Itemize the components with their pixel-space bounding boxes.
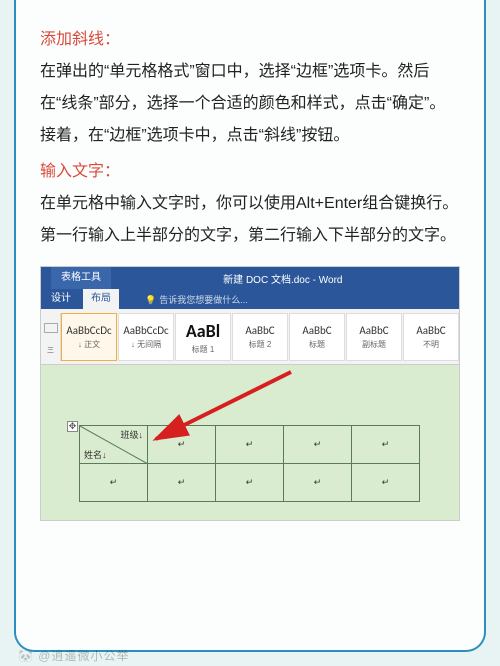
style-item[interactable]: AaBbCcDc↓ 正文 <box>61 313 117 361</box>
window-title: 新建 DOC 文档.doc - Word <box>223 271 342 286</box>
toggle-icon <box>44 323 58 333</box>
cell-top-label: 班级↓ <box>120 428 143 441</box>
table-cell[interactable]: ↵ <box>80 464 148 502</box>
ribbon-left-group: 三 <box>41 313 61 361</box>
style-item[interactable]: AaBbC不明 <box>403 313 459 361</box>
style-item[interactable]: AaBbC标题 2 <box>232 313 288 361</box>
tab-design[interactable]: 设计 <box>51 289 71 309</box>
table-cell[interactable]: ↵ <box>148 426 216 464</box>
section-body-1: 在弹出的“单元格格式”窗口中，选择“边框”选项卡。然后在“线条”部分，选择一个合… <box>40 56 460 152</box>
tell-me-hint[interactable]: 💡告诉我您想要做什么... <box>145 293 248 306</box>
style-item[interactable]: AaBbC标题 <box>289 313 345 361</box>
sample-table[interactable]: 班级↓ 姓名↓ ↵ ↵ ↵ ↵ ↵ ↵ ↵ ↵ ↵ <box>79 425 420 502</box>
tutorial-card: 添加斜线： 在弹出的“单元格格式”窗口中，选择“边框”选项卡。然后在“线条”部分… <box>14 0 486 652</box>
word-screenshot: 表格工具 新建 DOC 文档.doc - Word 设计 布局 💡告诉我您想要做… <box>40 266 460 521</box>
watermark: 🐼 @逍遥微小公举 <box>18 647 129 664</box>
ribbon-tabs: 设计 布局 💡告诉我您想要做什么... <box>41 289 459 309</box>
style-item[interactable]: AaBl标题 1 <box>175 313 231 361</box>
table-cell[interactable]: ↵ <box>352 464 420 502</box>
table-cell[interactable]: ↵ <box>284 464 352 502</box>
tab-layout[interactable]: 布局 <box>83 289 119 309</box>
bulb-icon: 💡 <box>145 295 156 305</box>
style-item[interactable]: AaBbC副标题 <box>346 313 402 361</box>
section-body-2: 在单元格中输入文字时，你可以使用Alt+Enter组合键换行。第一行输入上半部分… <box>40 188 460 252</box>
table-cell[interactable]: ↵ <box>216 426 284 464</box>
ribbon-body: 三 AaBbCcDc↓ 正文 AaBbCcDc↓ 无间隔 AaBl标题 1 Aa… <box>41 309 459 365</box>
table-cell[interactable]: ↵ <box>284 426 352 464</box>
table-cell[interactable]: ↵ <box>148 464 216 502</box>
table-move-handle-icon[interactable]: ✥ <box>67 421 78 432</box>
table-cell[interactable]: ↵ <box>216 464 284 502</box>
style-item[interactable]: AaBbCcDc↓ 无间隔 <box>118 313 174 361</box>
diagonal-header-cell[interactable]: 班级↓ 姓名↓ <box>80 426 148 464</box>
table-cell[interactable]: ↵ <box>352 426 420 464</box>
document-canvas: ✥ 班级↓ 姓名↓ ↵ ↵ ↵ ↵ ↵ ↵ ↵ ↵ <box>41 365 459 520</box>
section-heading-2: 输入文字： <box>40 156 460 188</box>
word-titlebar: 表格工具 新建 DOC 文档.doc - Word <box>41 267 459 289</box>
cell-bottom-label: 姓名↓ <box>84 448 107 461</box>
style-gallery: AaBbCcDc↓ 正文 AaBbCcDc↓ 无间隔 AaBl标题 1 AaBb… <box>61 313 459 361</box>
context-tab-table-tools: 表格工具 <box>51 267 111 289</box>
section-heading-1: 添加斜线： <box>40 24 460 56</box>
